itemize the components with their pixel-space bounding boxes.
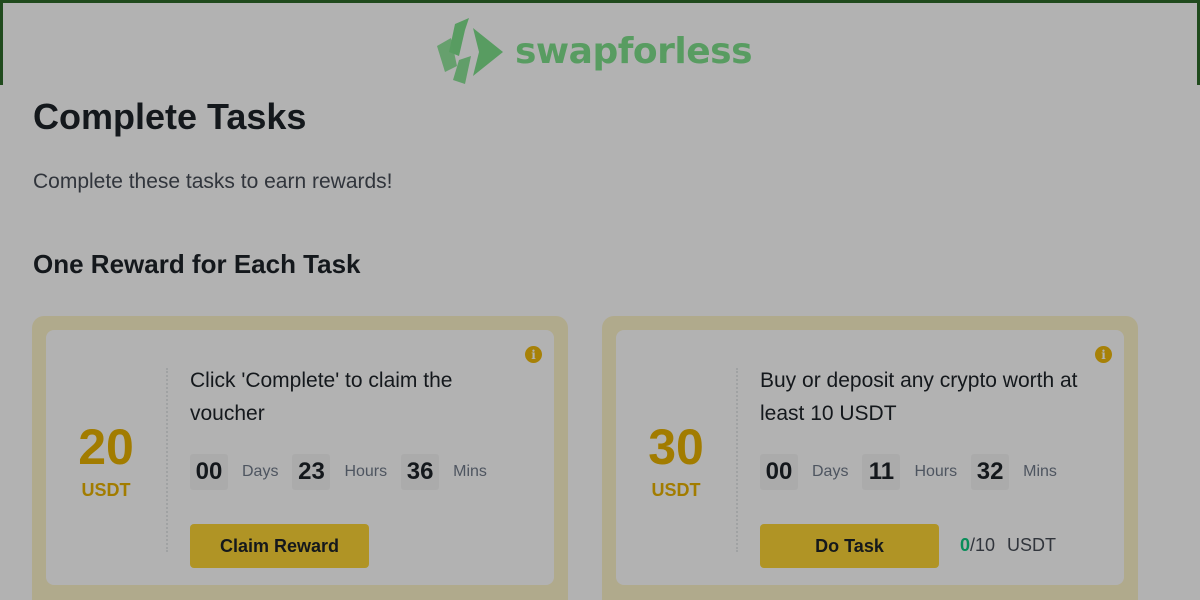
countdown-days-label: Days [812, 463, 849, 480]
task-card-deposit-crypto: i 30 USDT Buy or deposit any crypto wort… [602, 316, 1138, 600]
countdown-days-label: Days [242, 463, 279, 480]
reward-amount: 20 [78, 419, 134, 475]
page: swapforless Complete Tasks Complete thes… [0, 0, 1200, 600]
countdown-hours-label: Hours [344, 463, 388, 480]
do-task-button[interactable]: Do Task [760, 524, 939, 568]
card-divider [166, 368, 168, 552]
countdown-timer: 00 Days 11 Hours 32 Mins [760, 454, 1071, 490]
countdown-mins-label: Mins [453, 463, 487, 480]
logo-text: swapforless [515, 30, 753, 72]
task-progress: 0 /10 USDT [960, 535, 1056, 556]
countdown-mins-label: Mins [1023, 463, 1057, 480]
countdown-hours-label: Hours [914, 463, 958, 480]
claim-reward-button[interactable]: Claim Reward [190, 524, 369, 568]
header-band: swapforless [0, 0, 1200, 85]
task-card-body: i 20 USDT Click 'Complete' to claim the … [46, 330, 554, 585]
countdown-days: 00 [190, 454, 228, 490]
swapforless-logo-icon [437, 18, 503, 84]
info-icon[interactable]: i [525, 346, 542, 363]
task-card-body: i 30 USDT Buy or deposit any crypto wort… [616, 330, 1124, 585]
reward-unit: USDT [651, 480, 701, 500]
task-description: Buy or deposit any crypto worth at least… [760, 369, 1078, 425]
progress-unit: USDT [1007, 535, 1057, 555]
task-card-claim-voucher: i 20 USDT Click 'Complete' to claim the … [32, 316, 568, 600]
info-icon[interactable]: i [1095, 346, 1112, 363]
countdown-days: 00 [760, 454, 798, 490]
page-subtitle: Complete these tasks to earn rewards! [33, 170, 393, 193]
card-divider [736, 368, 738, 552]
countdown-mins: 32 [971, 454, 1010, 490]
reward-amount: 30 [648, 419, 704, 475]
page-title: Complete Tasks [33, 96, 307, 137]
reward-amount-block: 20 USDT [46, 330, 166, 585]
progress-total: /10 [970, 535, 996, 555]
reward-unit: USDT [81, 480, 131, 500]
countdown-hours: 11 [862, 454, 901, 490]
countdown-hours: 23 [292, 454, 331, 490]
task-description: Click 'Complete' to claim the voucher [190, 369, 453, 425]
section-title: One Reward for Each Task [33, 249, 361, 279]
swapforless-logo[interactable]: swapforless [435, 15, 753, 87]
reward-amount-block: 30 USDT [616, 330, 736, 585]
progress-current: 0 [960, 535, 971, 555]
countdown-timer: 00 Days 23 Hours 36 Mins [190, 454, 501, 490]
countdown-mins: 36 [401, 454, 440, 490]
